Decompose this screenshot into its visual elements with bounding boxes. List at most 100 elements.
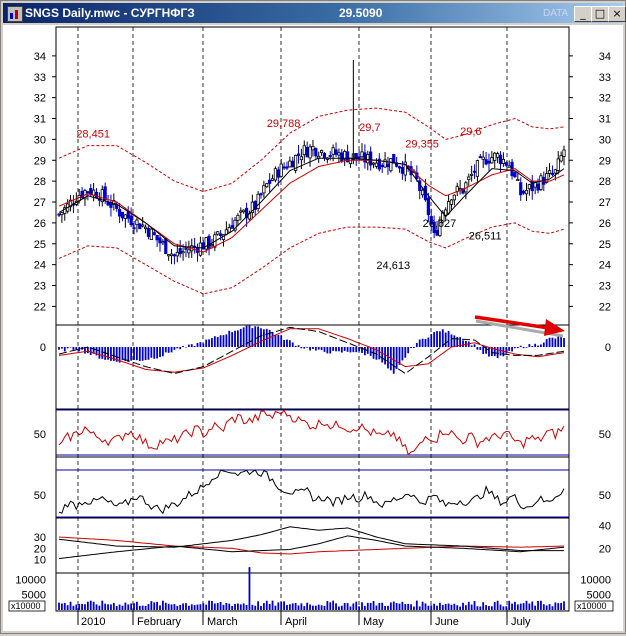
macd-histogram-bar [329,347,332,354]
volume-bar [98,605,101,610]
volume-bar [332,600,335,610]
macd-histogram-bar [231,332,234,347]
volume-bar [121,605,124,610]
candle-body [152,232,156,236]
volume-bar [343,602,346,610]
volume-bar [237,603,239,610]
volume-bar [346,603,349,610]
volume-bar [424,603,427,610]
volume-bar [557,603,560,610]
candle-body [475,160,480,177]
chart-area[interactable]: 22 22 23 23 24 24 25 25 26 26 27 27 28 28 29 29 30 30 31 31… [3,25,623,631]
macd-histogram-bar [78,347,81,352]
volume-bar [314,605,317,610]
volume-bar [89,600,92,610]
macd-histogram-bar [323,347,326,352]
chart-app-icon [7,6,23,22]
close-button[interactable]: × [608,6,626,22]
candle-body [374,162,379,167]
candle-body [472,170,477,173]
candle-body [519,182,523,196]
volume-bar [69,601,72,610]
candle-body [268,179,272,184]
volume-bar [418,606,421,610]
volume-bar [317,604,320,610]
candle-body [164,238,168,254]
macd-histogram-bar [150,347,153,358]
volume-bar [473,601,476,610]
candle-body [452,194,456,201]
candle-body [366,153,370,164]
macd-histogram-bar [271,332,274,347]
volume-bar [231,605,234,610]
macd-histogram-bar [286,339,288,347]
volume-bar [133,603,135,610]
volume-tick-right: 5000 [587,590,611,602]
macd-histogram-bar [505,347,508,354]
candle-body [276,169,280,178]
macd-histogram-bar [508,347,511,351]
osc2-level-label-right: 50 [599,490,611,502]
osc1-level-label-left: 50 [34,429,46,441]
chart-canvas[interactable]: 22 22 23 23 24 24 25 25 26 26 27 27 28 28 29 29 30 30 31 31… [3,25,623,631]
maximize-button[interactable]: □ [591,6,609,22]
volume-bar [338,606,340,610]
volume-bar [219,601,222,610]
candle-body [158,237,162,244]
macd-histogram-bar [159,347,161,358]
macd-zero-label-right: 0 [605,342,611,354]
title-bar[interactable]: SNGS Daily.mwc - СУРГНФГЗ 29.5090 DATA _… [3,3,626,23]
candle-body [420,189,425,196]
volume-bar [493,601,496,610]
candle-body [340,152,344,162]
volume-bar [398,603,401,610]
candle-body [371,162,376,165]
candle-body [299,156,304,161]
macd-histogram-bar [309,347,311,351]
volume-bar [508,600,511,610]
candle-body [282,166,286,169]
volume-bar [502,606,505,610]
macd-histogram-bar [407,347,410,354]
x-month-label: March [207,616,238,628]
volume-bar [340,605,343,610]
macd-histogram-bar [239,328,242,347]
candle-body [490,157,494,164]
window-title: SNGS Daily.mwc - СУРГНФГЗ [25,6,195,20]
volume-bar [427,605,430,610]
minimize-button[interactable]: _ [574,6,592,22]
candle-body [198,242,202,256]
macd-histogram-bar [182,345,184,347]
volume-bar [363,605,366,610]
volume-bar [352,603,355,610]
candle-body [138,223,142,230]
candle-body [132,227,136,230]
candle-body [285,166,289,169]
y-tick-label-right: 28 [599,176,611,188]
candle-body [504,162,508,166]
macd-histogram-bar [202,343,205,347]
volume-bar [479,606,482,610]
candle-body [547,170,552,174]
candle-body [239,210,243,213]
volume-bar [199,604,202,610]
candle-body [524,189,529,195]
volume-bar [355,601,358,610]
macd-histogram-bar [424,339,427,347]
macd-histogram-bar [176,347,179,349]
osc2-level-label-left: 50 [34,490,46,502]
volume-bar [239,604,242,610]
macd-histogram-bar [554,338,557,347]
macd-histogram-bar [340,347,343,353]
volume-bar [378,602,381,610]
volume-bar [528,603,531,610]
macd-histogram-bar [531,346,534,347]
candle-body [57,213,61,216]
candle-body [501,159,506,164]
candle-body [493,152,497,161]
y-tick-label-right: 22 [599,301,611,313]
volume-bar [476,606,479,610]
volume-bar [78,603,81,610]
macd-histogram-bar [60,347,63,349]
macd-histogram-bar [534,343,537,347]
